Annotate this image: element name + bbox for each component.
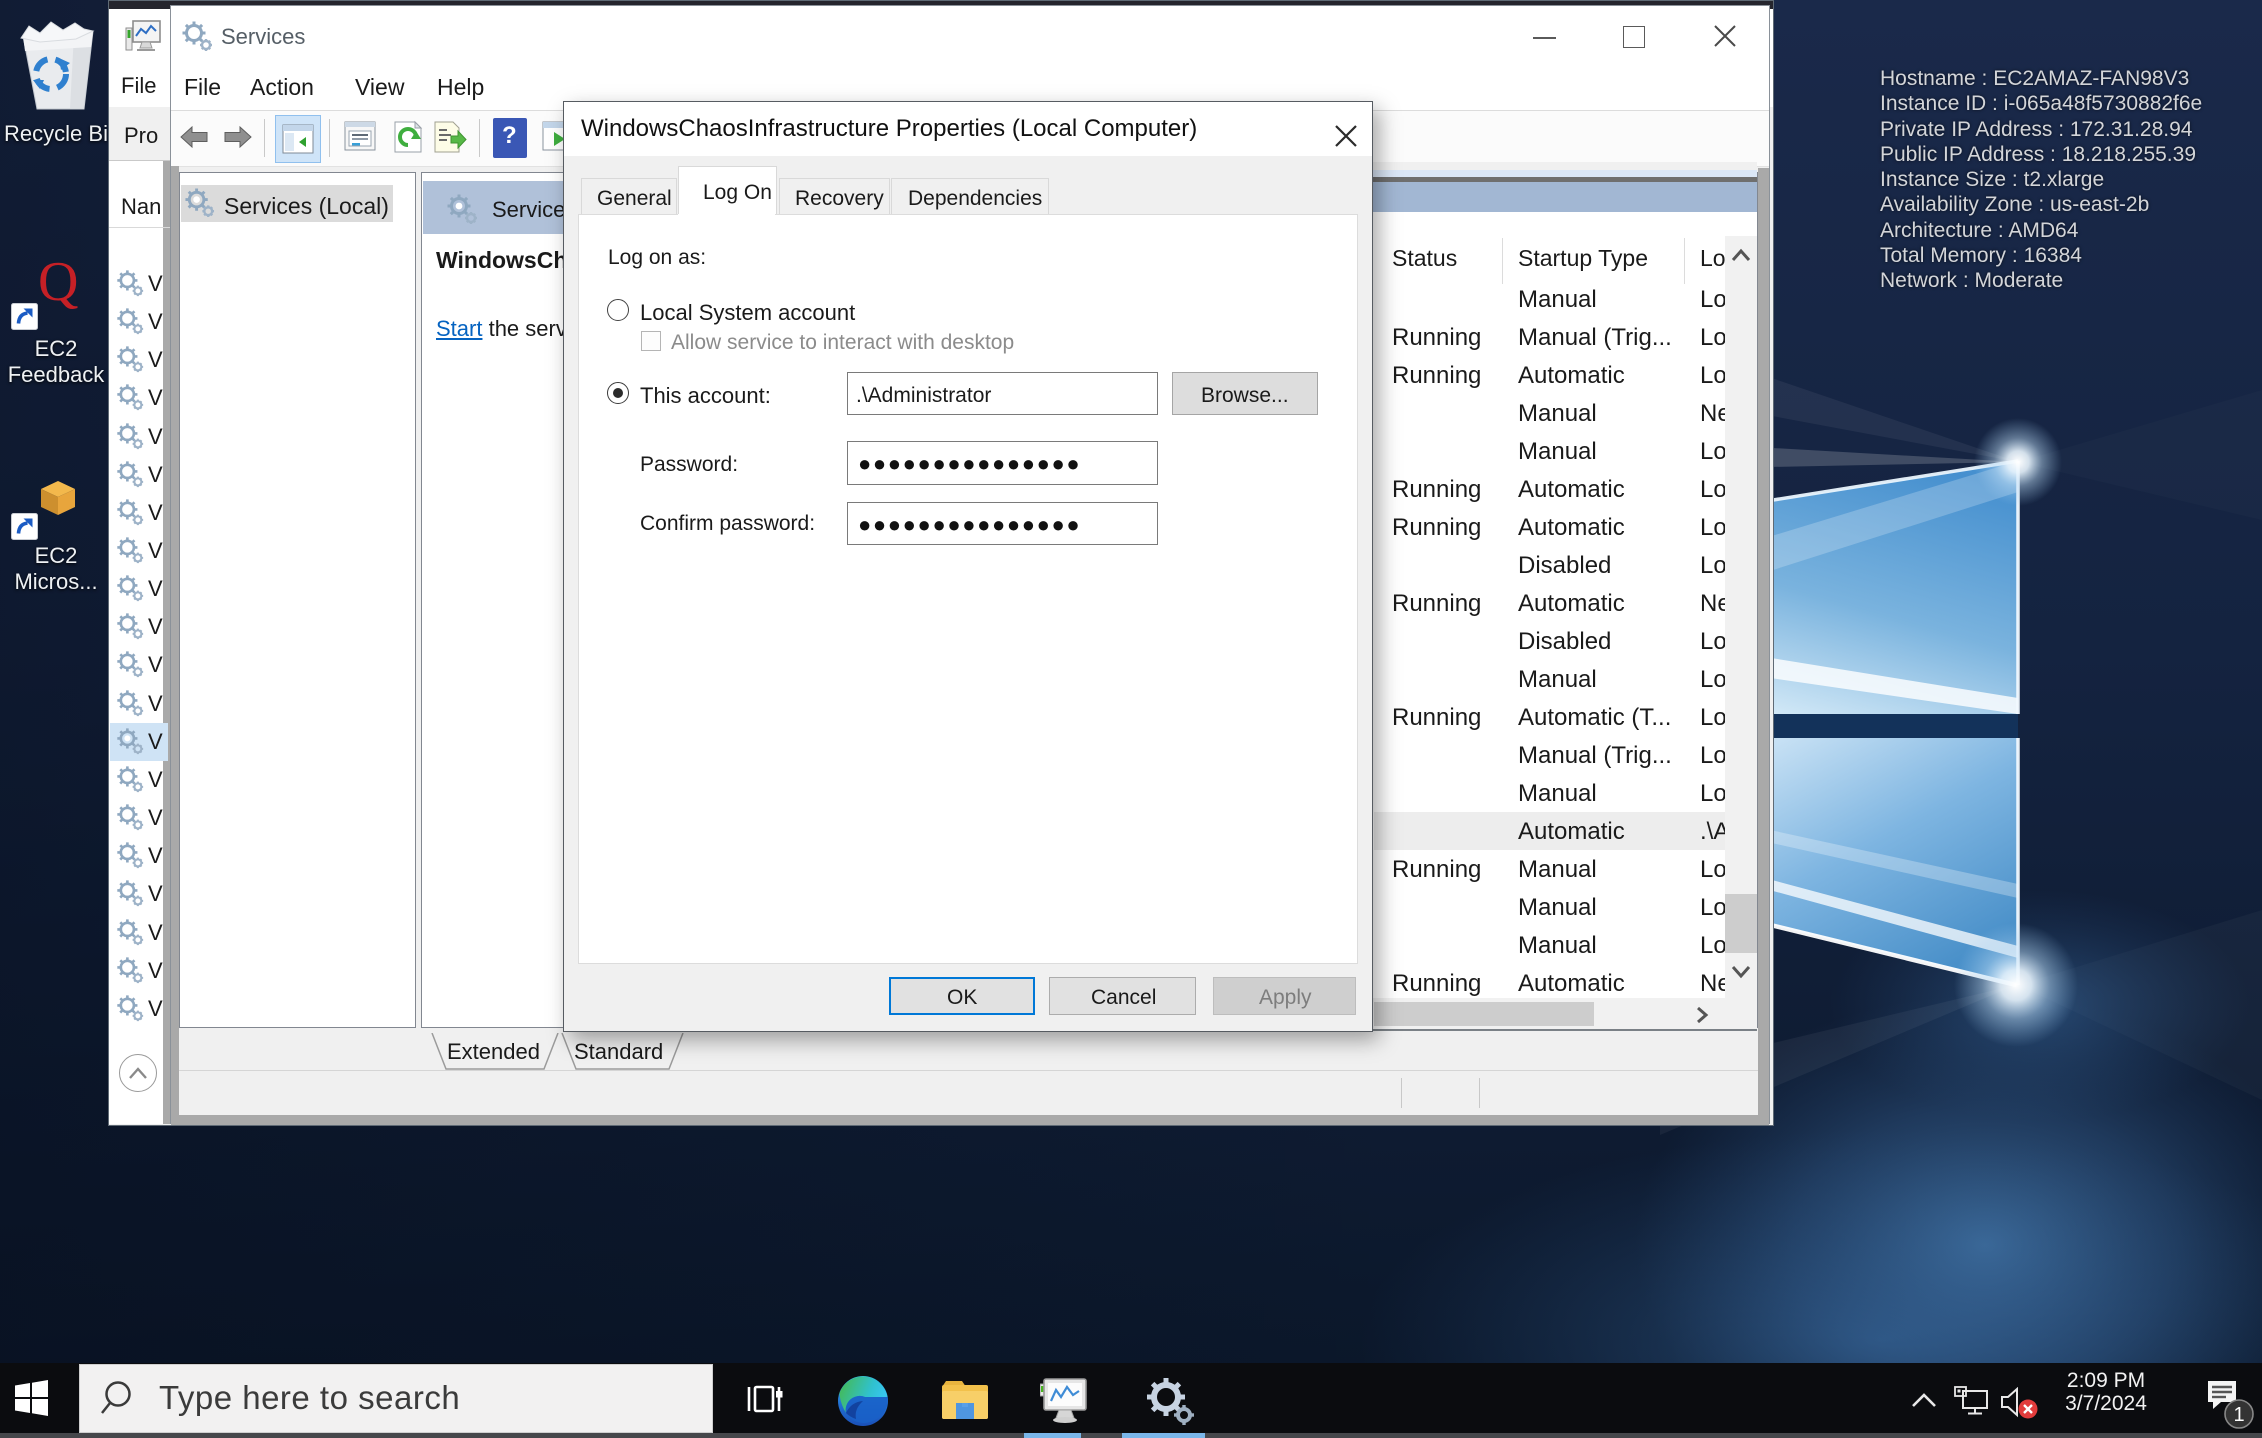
svg-text:1: 1 (2233, 1404, 2244, 1426)
